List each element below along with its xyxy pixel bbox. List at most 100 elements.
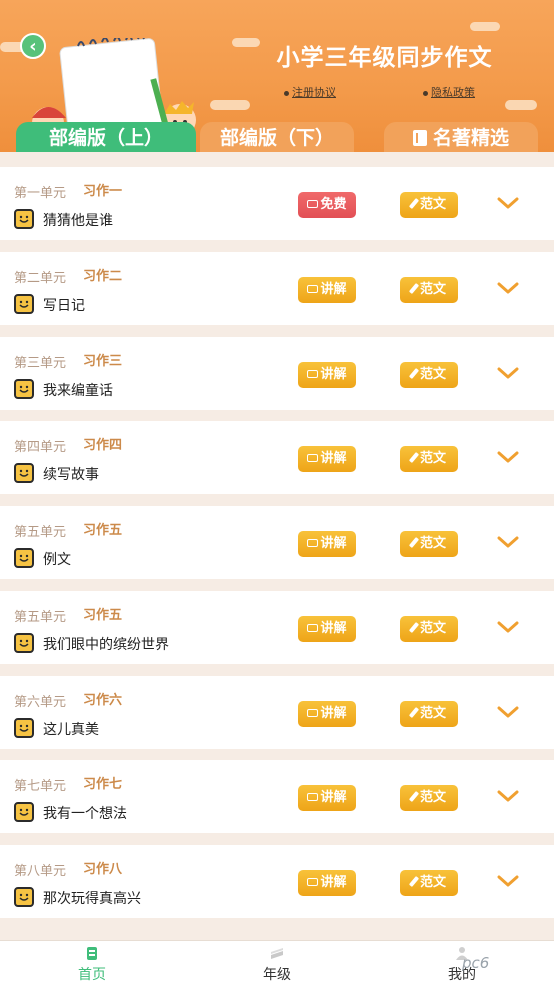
smiley-icon [14, 379, 34, 399]
lesson-explain-label: 讲解 [320, 790, 347, 805]
chevron-down-icon[interactable] [496, 278, 520, 298]
chevron-down-icon[interactable] [496, 363, 520, 383]
lesson-explain-button[interactable]: 讲解 [298, 277, 356, 303]
exercise-label: 习作五 [83, 608, 123, 623]
sample-essay-button[interactable]: 范文 [400, 446, 458, 472]
video-icon [307, 200, 319, 208]
chevron-down-icon[interactable] [496, 871, 520, 891]
app-header: ‹ 小学三年级同步作文 注册协议 隐私政策 部编版（上） 部编版（下） 名著精选 [0, 0, 554, 152]
tab-upper-volume[interactable]: 部编版（上） [16, 122, 196, 152]
video-icon [307, 878, 319, 886]
chevron-down-icon[interactable] [496, 617, 520, 637]
sample-essay-button[interactable]: 范文 [400, 277, 458, 303]
smiley-icon [14, 802, 34, 822]
bullet-icon [423, 90, 428, 96]
exercise-label: 习作六 [83, 693, 123, 708]
lesson-explain-button[interactable]: 讲解 [298, 870, 356, 896]
video-icon [307, 793, 319, 801]
exercise-label: 习作七 [83, 777, 123, 792]
sample-essay-label: 范文 [419, 621, 446, 636]
lesson-explain-label: 讲解 [320, 875, 347, 890]
unit-label: 第六单元 [14, 695, 67, 710]
free-lesson-button[interactable]: 免费 [298, 192, 356, 218]
topic-title: 例文 [43, 552, 71, 568]
book-icon [412, 130, 427, 146]
lesson-row[interactable]: 第七单元 习作七 我有一个想法 讲解 范文 [0, 760, 554, 833]
nav-grade[interactable]: 年级 [237, 945, 317, 984]
tab-classics[interactable]: 名著精选 [384, 122, 538, 152]
video-icon [307, 539, 319, 547]
sample-essay-label: 范文 [419, 790, 446, 805]
sample-essay-button[interactable]: 范文 [400, 192, 458, 218]
lesson-explain-button[interactable]: 讲解 [298, 785, 356, 811]
sample-essay-button[interactable]: 范文 [400, 701, 458, 727]
lesson-explain-button[interactable]: 讲解 [298, 616, 356, 642]
sample-essay-button[interactable]: 范文 [400, 362, 458, 388]
chevron-down-icon[interactable] [496, 447, 520, 467]
lesson-row[interactable]: 第二单元 习作二 写日记 讲解 范文 [0, 252, 554, 325]
chevron-down-icon[interactable] [496, 702, 520, 722]
lesson-explain-button[interactable]: 讲解 [298, 531, 356, 557]
exercise-label: 习作四 [83, 438, 123, 453]
lesson-explain-button[interactable]: 讲解 [298, 362, 356, 388]
sample-essay-label: 范文 [419, 875, 446, 890]
sample-essay-button[interactable]: 范文 [400, 531, 458, 557]
tab-lower-volume[interactable]: 部编版（下） [200, 122, 354, 152]
exercise-label: 习作五 [83, 523, 123, 538]
lesson-row[interactable]: 第八单元 习作八 那次玩得真高兴 讲解 范文 [0, 845, 554, 918]
pencil-icon [408, 876, 420, 887]
privacy-link[interactable]: 隐私政策 [423, 84, 475, 100]
smiley-icon [14, 209, 34, 229]
watermark: pc6 [462, 954, 490, 972]
topic-title: 那次玩得真高兴 [43, 891, 141, 907]
pencil-icon [408, 368, 420, 379]
pencil-icon [408, 452, 420, 463]
sample-essay-button[interactable]: 范文 [400, 616, 458, 642]
smiley-icon [14, 463, 34, 483]
free-lesson-label: 免费 [320, 197, 347, 212]
terms-link[interactable]: 注册协议 [284, 84, 336, 100]
exercise-label: 习作八 [83, 862, 123, 877]
smiley-icon [14, 718, 34, 738]
lesson-explain-button[interactable]: 讲解 [298, 446, 356, 472]
topic-title: 写日记 [43, 298, 85, 314]
lesson-row[interactable]: 第五单元 习作五 我们眼中的缤纷世界 讲解 范文 [0, 591, 554, 664]
unit-label: 第五单元 [14, 525, 67, 540]
video-icon [307, 370, 319, 378]
lesson-row[interactable]: 第五单元 习作五 例文 讲解 范文 [0, 506, 554, 579]
topic-title: 我们眼中的缤纷世界 [43, 637, 169, 653]
tab-classics-label: 名著精选 [432, 127, 509, 149]
nav-home[interactable]: 首页 [52, 945, 132, 984]
unit-label: 第二单元 [14, 271, 67, 286]
unit-label: 第八单元 [14, 864, 67, 879]
bullet-icon [284, 90, 289, 96]
chevron-down-icon[interactable] [496, 786, 520, 806]
exercise-label: 习作二 [83, 269, 123, 284]
sample-essay-button[interactable]: 范文 [400, 785, 458, 811]
topic-title: 这儿真美 [43, 722, 99, 738]
chevron-down-icon[interactable] [496, 532, 520, 552]
topic-title: 续写故事 [43, 467, 99, 483]
lesson-row[interactable]: 第四单元 习作四 续写故事 讲解 范文 [0, 421, 554, 494]
smiley-icon [14, 294, 34, 314]
topic-title: 我有一个想法 [43, 806, 127, 822]
unit-label: 第七单元 [14, 779, 67, 794]
sample-essay-button[interactable]: 范文 [400, 870, 458, 896]
lesson-explain-label: 讲解 [320, 282, 347, 297]
lesson-row[interactable]: 第一单元 习作一 猜猜他是谁 免费 范文 [0, 167, 554, 240]
chevron-down-icon[interactable] [496, 193, 520, 213]
topic-title: 我来编童话 [43, 383, 113, 399]
smiley-icon [14, 887, 34, 907]
sample-essay-label: 范文 [419, 536, 446, 551]
sample-essay-label: 范文 [419, 451, 446, 466]
exercise-label: 习作一 [83, 184, 123, 199]
cloud-decoration [232, 38, 260, 47]
lesson-explain-label: 讲解 [320, 536, 347, 551]
cloud-decoration [470, 22, 500, 31]
lesson-explain-label: 讲解 [320, 451, 347, 466]
lesson-explain-button[interactable]: 讲解 [298, 701, 356, 727]
lesson-row[interactable]: 第六单元 习作六 这儿真美 讲解 范文 [0, 676, 554, 749]
pencil-icon [408, 707, 420, 718]
lesson-row[interactable]: 第三单元 习作三 我来编童话 讲解 范文 [0, 337, 554, 410]
sample-essay-label: 范文 [419, 282, 446, 297]
